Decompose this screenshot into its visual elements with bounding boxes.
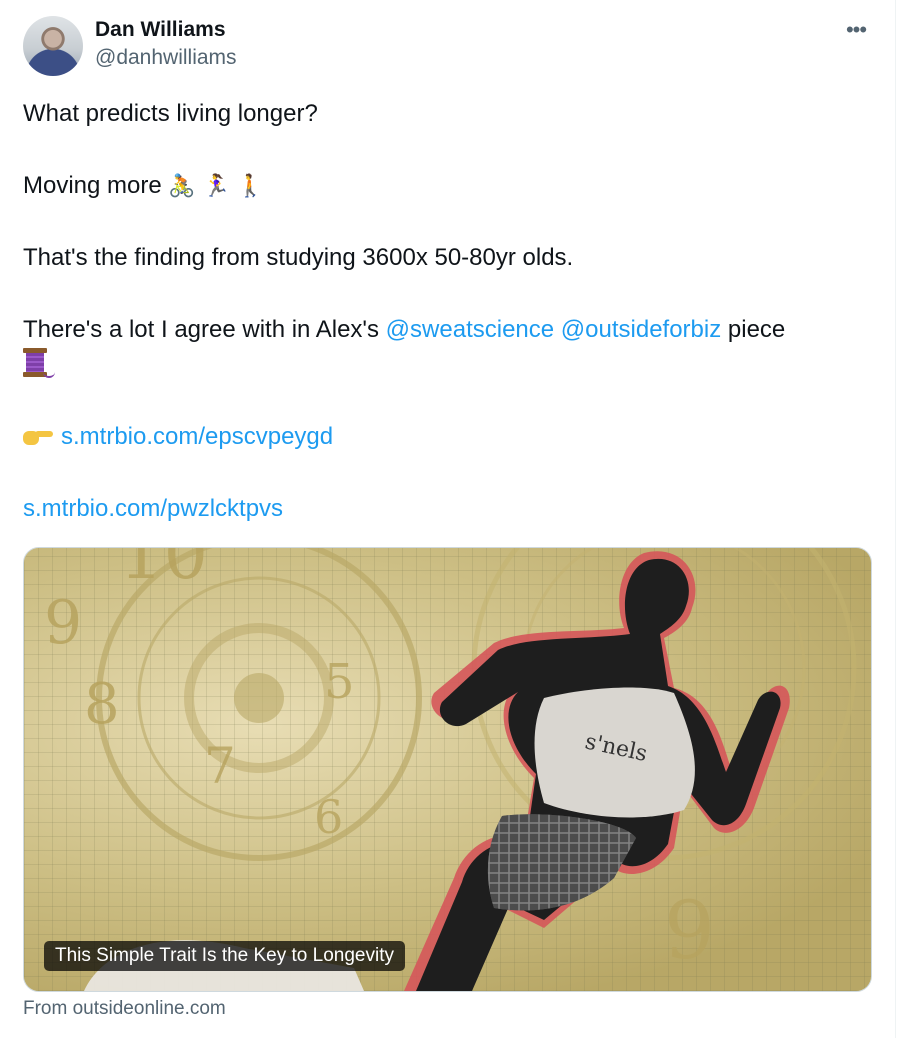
tweet: Dan Williams @danhwilliams ••• What pred… [0, 0, 895, 1038]
walker-emoji-icon: 🚶 [236, 173, 264, 198]
tweet-line: There's a lot I agree with in Alex's @sw… [23, 316, 786, 343]
tweet-line: What predicts living longer? [23, 100, 318, 127]
svg-text:7: 7 [204, 737, 236, 795]
tweet-header: Dan Williams @danhwilliams [95, 16, 237, 72]
column-divider [895, 0, 896, 1038]
pointing-right-hand-icon [23, 425, 53, 447]
link-preview-card[interactable]: 9 8 10 7 6 5 9 s'nels This Simple Trait … [23, 547, 872, 992]
svg-text:9: 9 [44, 588, 82, 658]
avatar[interactable] [23, 16, 83, 76]
short-link-1[interactable]: s.mtrbio.com/epscvpeygd [61, 423, 333, 450]
card-source[interactable]: From outsideonline.com [23, 997, 226, 1021]
mention-outsideforbiz[interactable]: @outsideforbiz [561, 316, 721, 343]
runner-illustration: 9 8 10 7 6 5 9 s'nels [44, 548, 857, 991]
user-handle[interactable]: @danhwilliams [95, 44, 237, 72]
svg-text:9: 9 [664, 884, 715, 977]
tweet-text: What predicts living longer? Moving more… [23, 96, 873, 526]
tweet-line: Moving more 🚴 🏃‍♀️ 🚶 [23, 168, 873, 203]
tweet-line: s.mtrbio.com/epscvpeygd [23, 419, 873, 454]
mention-sweatscience[interactable]: @sweatscience [386, 316, 554, 343]
spool-of-thread-icon [23, 348, 55, 378]
svg-text:6: 6 [314, 790, 343, 844]
short-link-2[interactable]: s.mtrbio.com/pwzlcktpvs [23, 495, 283, 522]
svg-text:10: 10 [119, 548, 208, 595]
svg-text:5: 5 [324, 654, 355, 710]
card-title-overlay: This Simple Trait Is the Key to Longevit… [44, 941, 405, 971]
tweet-line: That's the finding from studying 3600x 5… [23, 244, 574, 271]
tweet-line: s.mtrbio.com/pwzlcktpvs [23, 491, 873, 526]
runner-emoji-icon: 🏃‍♀️ [202, 173, 230, 198]
display-name[interactable]: Dan Williams [95, 16, 237, 44]
bicycle-emoji-icon: 🚴 [168, 173, 196, 198]
more-options-button[interactable]: ••• [840, 18, 872, 42]
more-horizontal-icon: ••• [845, 17, 867, 42]
tweet-line [23, 347, 873, 382]
svg-text:8: 8 [84, 672, 120, 737]
